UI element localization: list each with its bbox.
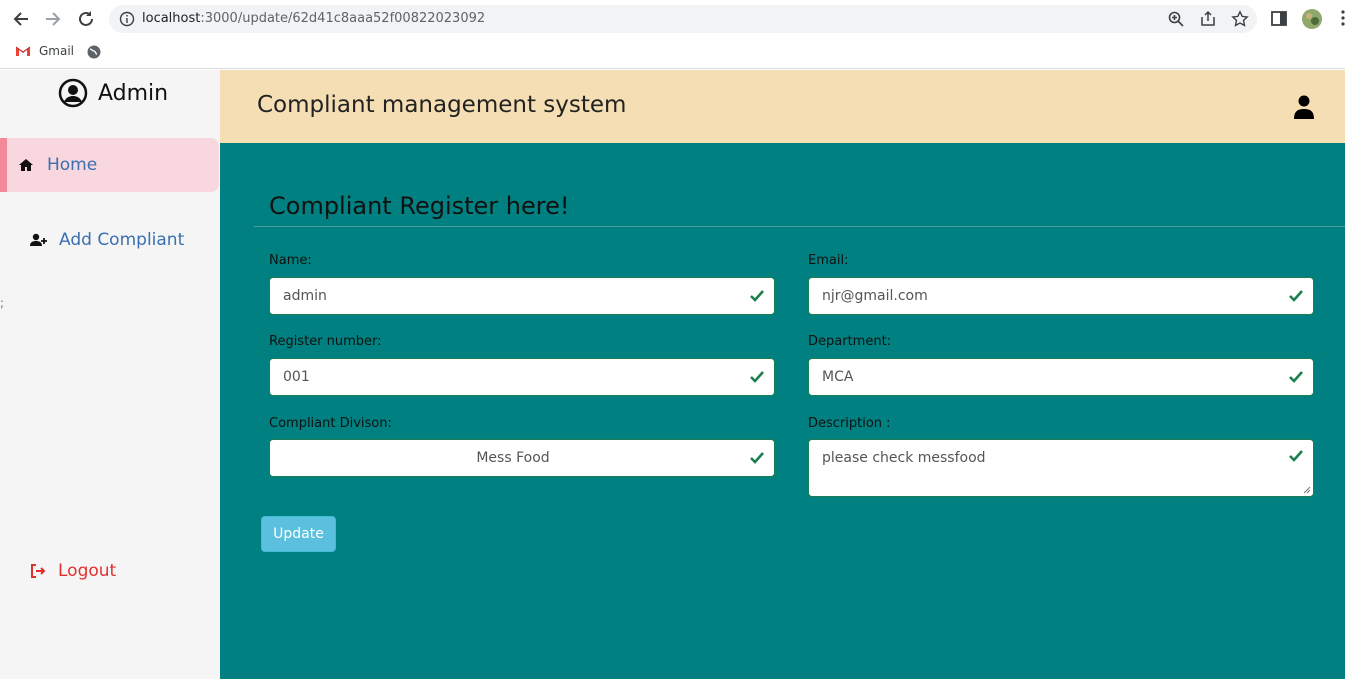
description-label: Description : bbox=[808, 416, 891, 431]
department-value: MCA bbox=[822, 369, 854, 385]
user-circle-icon bbox=[58, 78, 88, 108]
division-label: Compliant Divison: bbox=[269, 416, 392, 431]
forward-icon[interactable] bbox=[42, 8, 64, 30]
address-bar[interactable]: localhost:3000/update/62d41c8aaa52f00822… bbox=[109, 5, 1257, 33]
name-input[interactable]: admin bbox=[269, 277, 775, 315]
back-icon[interactable] bbox=[10, 8, 32, 30]
check-icon bbox=[750, 452, 764, 464]
department-label: Department: bbox=[808, 334, 892, 349]
header-bar: Compliant management system bbox=[220, 70, 1345, 143]
main-content: Compliant Register here! Name: admin Ema… bbox=[220, 143, 1345, 679]
email-value: njr@gmail.com bbox=[822, 288, 928, 304]
check-icon bbox=[1289, 371, 1303, 383]
check-icon bbox=[750, 371, 764, 383]
division-select[interactable]: Mess Food bbox=[269, 439, 775, 477]
user-plus-icon bbox=[30, 233, 47, 246]
department-input[interactable]: MCA bbox=[808, 358, 1314, 396]
sidebar-item-logout-label: Logout bbox=[58, 561, 117, 581]
check-icon bbox=[750, 290, 764, 302]
profile-avatar[interactable] bbox=[1301, 8, 1323, 30]
menu-icon[interactable] bbox=[1333, 8, 1345, 30]
sidebar-brand: Admin bbox=[58, 78, 168, 108]
browser-toolbar: localhost:3000/update/62d41c8aaa52f00822… bbox=[0, 0, 1345, 37]
url-text[interactable]: localhost:3000/update/62d41c8aaa52f00822… bbox=[142, 11, 485, 26]
description-textarea[interactable]: please check messfood bbox=[808, 439, 1314, 497]
sidebar: Admin Home Add Compliant ; Logout bbox=[0, 70, 220, 679]
zoom-icon[interactable] bbox=[1167, 10, 1185, 28]
url-host: localhost bbox=[142, 11, 201, 26]
bookmarks-bar: Gmail bbox=[0, 37, 1345, 69]
gmail-icon bbox=[15, 46, 31, 56]
check-icon bbox=[1289, 450, 1303, 462]
register-number-value: 001 bbox=[283, 369, 310, 385]
globe-icon bbox=[87, 45, 101, 59]
sidebar-item-logout[interactable]: Logout bbox=[30, 561, 116, 581]
home-icon bbox=[19, 159, 33, 171]
reload-icon[interactable] bbox=[75, 8, 97, 30]
app: Admin Home Add Compliant ; Logout Compli… bbox=[0, 70, 1345, 679]
sidebar-item-add-compliant[interactable]: Add Compliant bbox=[30, 230, 184, 250]
resize-handle-icon[interactable] bbox=[1303, 486, 1311, 494]
bookmark-gmail[interactable]: Gmail bbox=[15, 44, 74, 58]
register-number-label: Register number: bbox=[269, 334, 382, 349]
user-icon[interactable] bbox=[1294, 95, 1314, 119]
form-heading: Compliant Register here! bbox=[269, 192, 570, 220]
info-icon[interactable] bbox=[119, 11, 135, 27]
bookmark-gmail-label: Gmail bbox=[39, 44, 75, 58]
side-panel-icon[interactable] bbox=[1269, 8, 1291, 30]
update-button[interactable]: Update bbox=[261, 516, 336, 552]
division-value: Mess Food bbox=[476, 450, 550, 466]
bookmark-globe[interactable] bbox=[86, 44, 102, 60]
stray-text: ; bbox=[0, 296, 5, 310]
sidebar-item-add-compliant-label: Add Compliant bbox=[59, 230, 185, 250]
name-value: admin bbox=[283, 288, 327, 304]
sidebar-item-home[interactable]: Home bbox=[0, 138, 219, 192]
email-input[interactable]: njr@gmail.com bbox=[808, 277, 1314, 315]
check-icon bbox=[1289, 290, 1303, 302]
url-path: :3000/update/62d41c8aaa52f00822023092 bbox=[200, 11, 486, 26]
heading-divider bbox=[254, 226, 1345, 227]
share-icon[interactable] bbox=[1199, 10, 1217, 28]
description-value: please check messfood bbox=[822, 450, 986, 466]
register-number-input[interactable]: 001 bbox=[269, 358, 775, 396]
logout-icon bbox=[31, 564, 46, 578]
star-icon[interactable] bbox=[1231, 10, 1249, 28]
sidebar-item-home-label: Home bbox=[47, 155, 98, 175]
brand-title: Admin bbox=[98, 80, 169, 106]
page-title: Compliant management system bbox=[257, 92, 627, 118]
name-label: Name: bbox=[269, 253, 312, 268]
email-label: Email: bbox=[808, 253, 849, 268]
